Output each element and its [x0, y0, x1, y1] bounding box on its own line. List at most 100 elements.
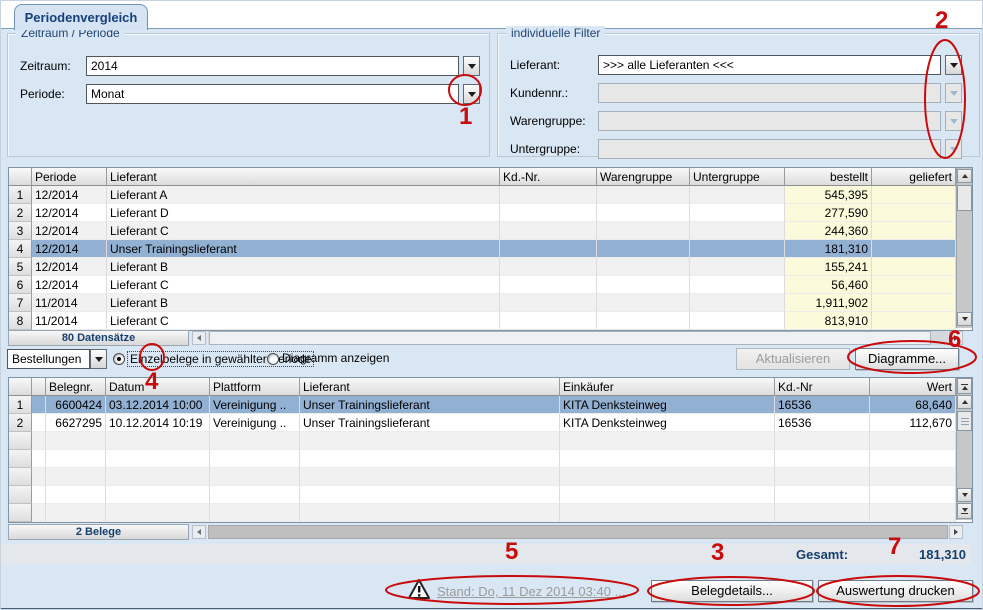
gesamt-label: Gesamt:: [796, 547, 848, 562]
auswertung-drucken-button[interactable]: Auswertung drucken: [818, 580, 973, 602]
periode-dropdown-button[interactable]: [463, 84, 480, 104]
col-wert[interactable]: Wert: [870, 378, 956, 396]
warengruppe-label: Warengruppe:: [510, 114, 586, 128]
zeitraum-value[interactable]: 2014: [86, 56, 459, 76]
beleg-table-status: 2 Belege: [8, 524, 189, 540]
chevron-down-icon: [468, 92, 476, 97]
lieferant-combobox[interactable]: >>> alle Lieferanten <<<: [598, 55, 962, 75]
scroll-to-top-icon[interactable]: [957, 378, 972, 394]
col-bestellt[interactable]: bestellt: [785, 168, 872, 186]
col-kdnr[interactable]: Kd.-Nr.: [500, 168, 597, 186]
stand-status-text: Stand: Do, 11 Dez 2014 03:40 ...: [437, 584, 625, 599]
col-geliefert[interactable]: geliefert: [872, 168, 956, 186]
warengruppe-dropdown-button: [945, 111, 962, 131]
scrollbar-thumb[interactable]: [957, 185, 972, 211]
radio-einzelbelege[interactable]: [113, 353, 125, 365]
untergruppe-value: [598, 139, 941, 159]
untergruppe-combobox: [598, 139, 962, 159]
main-panel: Zeitraum / Periode Zeitraum: 2014 Period…: [1, 28, 983, 610]
beleg-row-empty: [9, 504, 972, 522]
period-table: Periode Lieferant Kd.-Nr. Warengruppe Un…: [8, 167, 973, 331]
scroll-down-icon[interactable]: [957, 488, 972, 502]
period-table-header: Periode Lieferant Kd.-Nr. Warengruppe Un…: [9, 168, 972, 186]
chevron-down-icon: [468, 64, 476, 69]
beleg-table-hscrollbar[interactable]: 2 Belege: [8, 524, 964, 540]
table-row[interactable]: 2 12/2014 Lieferant D 277,590: [9, 204, 972, 222]
diagramme-button[interactable]: Diagramme...: [855, 348, 959, 370]
beleg-table-vscrollbar[interactable]: [956, 378, 972, 520]
belegdetails-button[interactable]: Belegdetails...: [651, 580, 813, 602]
kundennr-dropdown-button: [945, 83, 962, 103]
untergruppe-dropdown-button: [945, 139, 962, 159]
table-row[interactable]: 5 12/2014 Lieferant B 155,241: [9, 258, 972, 276]
kundennr-combobox: [598, 83, 962, 103]
gesamt-value: 181,310: [896, 547, 966, 562]
chevron-down-icon: [950, 147, 958, 152]
doc-type-combobox[interactable]: Bestellungen: [7, 349, 107, 369]
col-lieferant[interactable]: Lieferant: [107, 168, 500, 186]
scroll-down-icon[interactable]: [957, 312, 972, 326]
scroll-to-bottom-icon[interactable]: [957, 503, 972, 519]
beleg-row[interactable]: 2 6627295 10.12.2014 10:19 Vereinigung .…: [9, 414, 972, 432]
lieferant-dropdown-button[interactable]: [945, 55, 962, 75]
periode-value[interactable]: Monat: [86, 84, 459, 104]
doc-type-value[interactable]: Bestellungen: [7, 349, 90, 369]
filter-fieldset-legend: individuelle Filter: [506, 26, 605, 40]
scroll-up-icon[interactable]: [957, 395, 972, 409]
period-fieldset: Zeitraum / Periode Zeitraum: 2014 Period…: [7, 33, 490, 157]
col-plattform[interactable]: Plattform: [210, 378, 300, 396]
table-row[interactable]: 7 11/2014 Lieferant B 1,911,902: [9, 294, 972, 312]
beleg-table-header: Belegnr. Datum Plattform Lieferant Einkä…: [9, 378, 972, 396]
lieferant-label: Lieferant:: [510, 58, 560, 72]
tab-bar: Periodenvergleich: [1, 1, 982, 29]
scroll-right-icon[interactable]: [949, 331, 963, 345]
table-row[interactable]: 1 12/2014 Lieferant A 545,395: [9, 186, 972, 204]
radio-diagramm[interactable]: [267, 353, 279, 365]
table-row[interactable]: 3 12/2014 Lieferant C 244,360: [9, 222, 972, 240]
filter-fieldset: individuelle Filter Lieferant: >>> alle …: [497, 33, 980, 157]
doc-type-dropdown-button[interactable]: [90, 349, 107, 369]
col-lieferant2[interactable]: Lieferant: [300, 378, 560, 396]
chevron-down-icon: [950, 119, 958, 124]
kundennr-label: Kundennr.:: [510, 86, 568, 100]
chevron-down-icon: [950, 91, 958, 96]
table-row[interactable]: 6 12/2014 Lieferant C 56,460: [9, 276, 972, 294]
scrollbar-thumb[interactable]: [957, 411, 972, 431]
zeitraum-label: Zeitraum:: [20, 59, 71, 73]
period-table-vscrollbar[interactable]: [956, 168, 972, 328]
col-belegnr[interactable]: Belegnr.: [46, 378, 106, 396]
scroll-left-icon[interactable]: [192, 331, 206, 345]
beleg-table: Belegnr. Datum Plattform Lieferant Einkä…: [8, 377, 973, 523]
period-table-hscrollbar[interactable]: 80 Datensätze: [8, 330, 964, 346]
scroll-up-icon[interactable]: [957, 169, 972, 183]
table-row[interactable]: 8 11/2014 Lieferant C 813,910: [9, 312, 972, 330]
chevron-down-icon: [950, 63, 958, 68]
warengruppe-value: [598, 111, 941, 131]
table-row-selected[interactable]: 4 12/2014 Unser Trainingslieferant 181,3…: [9, 240, 972, 258]
col-untergruppe[interactable]: Untergruppe: [690, 168, 785, 186]
scroll-left-icon[interactable]: [192, 525, 206, 539]
col-einkaeufer[interactable]: Einkäufer: [560, 378, 775, 396]
untergruppe-label: Untergruppe:: [510, 142, 580, 156]
warning-icon: [408, 579, 430, 600]
scroll-right-icon[interactable]: [949, 525, 963, 539]
zeitraum-dropdown-button[interactable]: [463, 56, 480, 76]
lieferant-value[interactable]: >>> alle Lieferanten <<<: [598, 55, 941, 75]
col-kdnr2[interactable]: Kd.-Nr: [775, 378, 870, 396]
radio-diagramm-label[interactable]: Diagramm anzeigen: [282, 351, 389, 365]
period-table-status: 80 Datensätze: [8, 330, 189, 346]
hscrollbar-thumb[interactable]: [209, 331, 931, 345]
beleg-row-empty: [9, 432, 972, 450]
col-warengruppe[interactable]: Warengruppe: [597, 168, 690, 186]
zeitraum-combobox[interactable]: 2014: [86, 56, 480, 76]
kundennr-value: [598, 83, 941, 103]
periode-combobox[interactable]: Monat: [86, 84, 480, 104]
chevron-down-icon: [95, 357, 103, 362]
col-datum[interactable]: Datum: [106, 378, 210, 396]
aktualisieren-button: Aktualisieren: [736, 348, 850, 370]
tab-periodenvergleich[interactable]: Periodenvergleich: [14, 4, 148, 30]
col-periode[interactable]: Periode: [32, 168, 107, 186]
summary-strip: Gesamt: 181,310: [1, 544, 971, 564]
periode-label: Periode:: [20, 87, 65, 101]
beleg-row-selected[interactable]: 1 6600424 03.12.2014 10:00 Vereinigung .…: [9, 396, 972, 414]
